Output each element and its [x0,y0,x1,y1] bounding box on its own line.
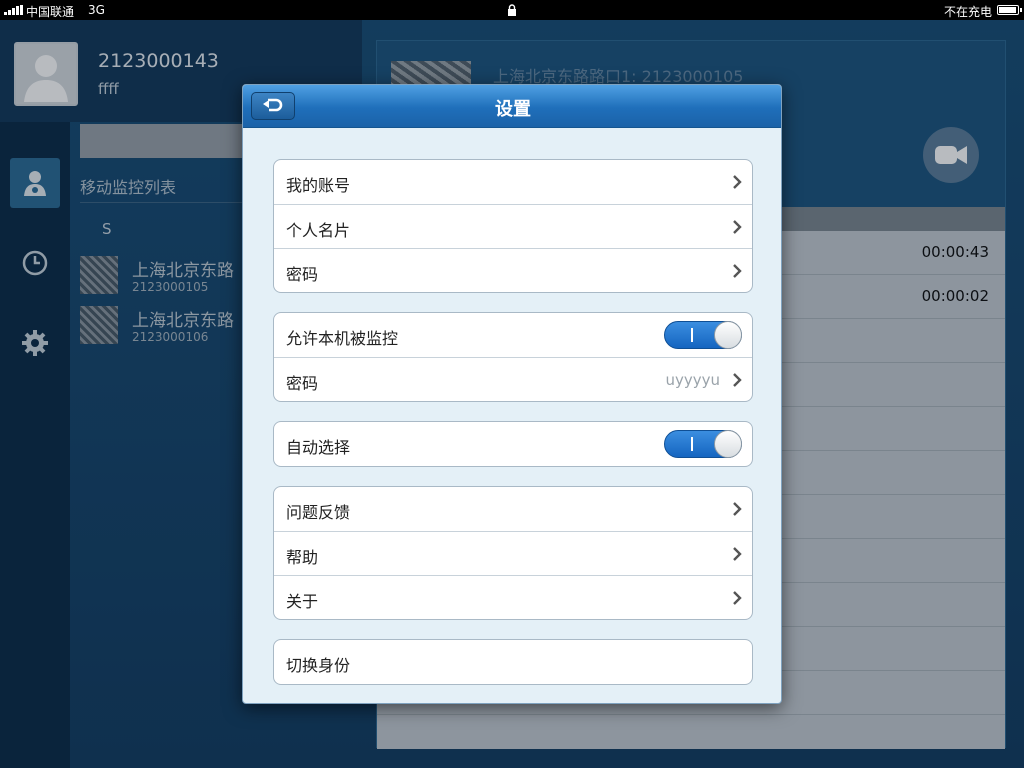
chevron-right-icon [733,373,742,387]
settings-item-monitor-password[interactable]: 密码 uyyyyu [274,357,752,401]
chevron-right-icon [733,220,742,234]
monitor-group: 允许本机被监控 密码 uyyyyu [273,312,753,402]
chevron-right-icon [733,547,742,561]
settings-item-password[interactable]: 密码 [274,248,752,292]
settings-item-label: 切换身份 [286,656,351,675]
status-bar: 中国联通 3G 不在充电 [0,0,1024,20]
toggle-on-mark [691,328,693,342]
account-group: 我的账号 个人名片 密码 [273,159,753,293]
settings-item-label: 密码 [286,265,319,284]
settings-item-help[interactable]: 帮助 [274,531,752,575]
settings-item-allow-monitor: 允许本机被监控 [274,313,752,357]
settings-item-label: 我的账号 [286,176,351,195]
settings-item-card[interactable]: 个人名片 [274,204,752,248]
chevron-right-icon [733,502,742,516]
settings-item-label: 帮助 [286,548,319,567]
chevron-right-icon [733,175,742,189]
lock-icon [508,4,516,16]
support-group: 问题反馈 帮助 关于 [273,486,753,620]
switch-identity-button[interactable]: 切换身份 [274,640,752,684]
identity-group: 切换身份 [273,639,753,685]
settings-item-label: 自动选择 [286,438,351,457]
toggle-knob [714,430,742,458]
settings-item-label: 问题反馈 [286,503,351,522]
chevron-right-icon [733,264,742,278]
settings-item-label: 允许本机被监控 [286,329,399,348]
auto-select-group: 自动选择 [273,421,753,467]
settings-dialog: 设置 我的账号 个人名片 密码 允许本机被监控 密码 uyyyyu 自动选择 问… [242,84,782,704]
settings-header: 设置 [243,85,781,128]
toggle-knob [714,321,742,349]
settings-item-value: uyyyyu [665,371,720,389]
settings-item-label: 关于 [286,592,319,611]
settings-item-label: 密码 [286,374,319,393]
settings-item-feedback[interactable]: 问题反馈 [274,487,752,531]
settings-item-label: 个人名片 [286,221,351,240]
toggle-on-mark [691,437,693,451]
auto-select-toggle[interactable] [664,430,742,458]
settings-item-about[interactable]: 关于 [274,575,752,619]
charging-status: 不在充电 [943,5,992,19]
settings-item-auto-select: 自动选择 [274,422,752,466]
chevron-right-icon [733,591,742,605]
signal-icon [4,5,23,15]
battery-icon [997,5,1022,15]
settings-item-account[interactable]: 我的账号 [274,160,752,204]
settings-title: 设置 [495,99,531,120]
network-type: 3G [88,3,105,17]
allow-monitor-toggle[interactable] [664,321,742,349]
carrier-label: 中国联通 [26,5,75,19]
